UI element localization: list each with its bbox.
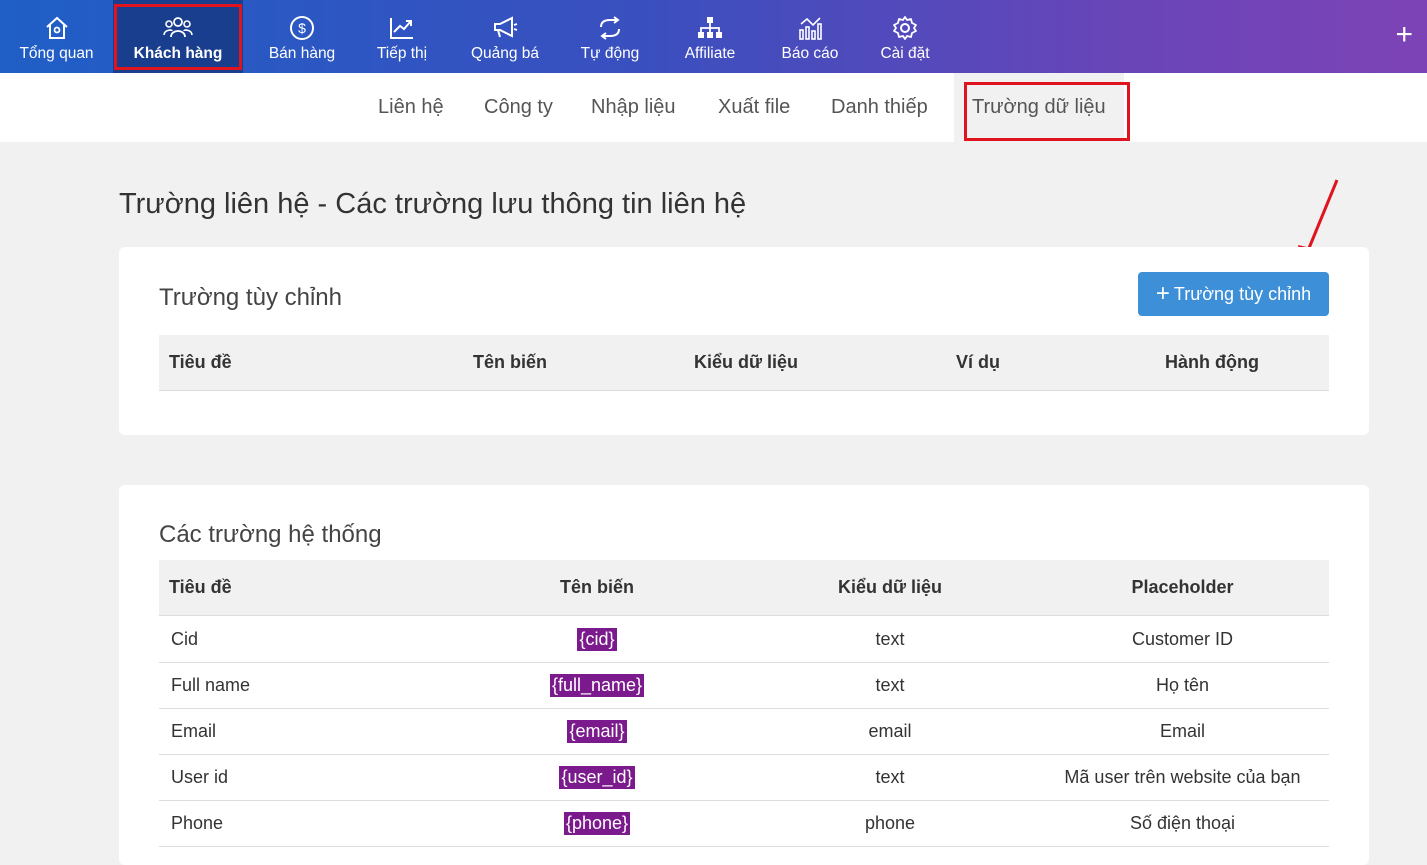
custom-fields-title: Trường tùy chỉnh	[159, 284, 342, 311]
repeat-icon	[600, 15, 620, 40]
cell-placeholder: Số điện thoại	[1129, 812, 1236, 833]
nav-label: Bán hàng	[268, 44, 336, 62]
nav-item-tiep-thi[interactable]: Tiếp thị	[365, 0, 439, 73]
tab-danh-thiep[interactable]: Danh thiếp	[831, 73, 928, 142]
nav-item-bao-cao[interactable]: Báo cáo	[772, 0, 848, 73]
chart-up-icon	[390, 17, 413, 39]
cell-variable: {user_id}	[559, 765, 635, 789]
column-header: Tên biến	[473, 352, 548, 372]
cell-type: text	[875, 674, 905, 695]
cell-placeholder: Customer ID	[1131, 628, 1234, 649]
tab-lien-he[interactable]: Liên hệ	[378, 73, 444, 142]
add-button-label: Trường tùy chỉnh	[1173, 283, 1312, 304]
gear-icon	[893, 15, 917, 40]
tab-xuat-file[interactable]: Xuất file	[718, 73, 790, 142]
table-row: Cid {cid} text Customer ID	[159, 616, 1329, 663]
nav-label: Affiliate	[684, 44, 736, 62]
table-row: User id {user_id} text Mã user trên webs…	[159, 754, 1329, 801]
column-header: Tên biến	[559, 577, 634, 597]
column-header: Placeholder	[1131, 577, 1234, 597]
cell-title: Cid	[171, 628, 199, 649]
cell-title: Full name	[171, 674, 251, 695]
sub-navbar: Liên hệ Công ty Nhập liệu Xuất file Danh…	[0, 73, 1427, 142]
nav-item-quang-ba[interactable]: Quảng bá	[461, 0, 549, 73]
cell-type: email	[868, 720, 912, 741]
cell-type: text	[875, 766, 905, 787]
cell-placeholder: Mã user trên website của bạn	[1064, 766, 1301, 787]
nav-item-tu-dong[interactable]: Tự động	[571, 0, 649, 73]
dollar-icon: $	[290, 15, 314, 40]
column-header: Kiểu dữ liệu	[837, 577, 943, 597]
page-title: Trường liên hệ - Các trường lưu thông ti…	[119, 188, 747, 220]
cell-title: Email	[171, 720, 217, 741]
table-row: Full name {full_name} text Họ tên	[159, 662, 1329, 709]
table-row: Email {email} email Email	[159, 708, 1329, 755]
cell-placeholder: Họ tên	[1155, 674, 1210, 695]
custom-fields-header: Tiêu đề Tên biến Kiểu dữ liệu Ví dụ Hành…	[159, 335, 1329, 391]
nav-label: Khách hàng	[133, 44, 223, 62]
custom-fields-card: Trường tùy chỉnh + Trường tùy chỉnh Tiêu…	[119, 247, 1369, 435]
home-icon	[45, 16, 68, 39]
column-header: Tiêu đề	[169, 352, 232, 372]
nav-item-cai-dat[interactable]: Cài đặt	[872, 0, 938, 73]
column-header: Ví dụ	[956, 352, 1000, 372]
users-icon	[163, 16, 193, 37]
tab-cong-ty[interactable]: Công ty	[484, 73, 553, 142]
cell-variable: {phone}	[563, 811, 631, 835]
nav-item-ban-hang[interactable]: $ Bán hàng	[258, 0, 346, 73]
add-icon[interactable]: +	[1395, 20, 1413, 50]
nav-item-tong-quan[interactable]: Tổng quan	[0, 0, 113, 73]
cell-variable: {full_name}	[549, 673, 645, 697]
tab-nhap-lieu[interactable]: Nhập liệu	[591, 73, 676, 142]
system-fields-header: Tiêu đề Tên biến Kiểu dữ liệu Placeholde…	[159, 560, 1329, 616]
nav-label: Báo cáo	[781, 44, 839, 62]
cell-placeholder: Email	[1159, 720, 1205, 741]
nav-item-affiliate[interactable]: Affiliate	[672, 0, 748, 73]
column-header: Hành động	[1165, 352, 1259, 372]
megaphone-icon	[494, 15, 518, 38]
tab-truong-du-lieu[interactable]: Trường dữ liệu	[954, 73, 1124, 142]
report-icon	[799, 16, 822, 40]
system-fields-card: Các trường hệ thống Tiêu đề Tên biến Kiể…	[119, 485, 1369, 865]
svg-text:$: $	[298, 20, 306, 36]
nav-label: Tổng quan	[19, 44, 94, 62]
plus-icon: +	[1155, 280, 1170, 307]
network-icon	[698, 16, 722, 38]
cell-title: User id	[171, 766, 229, 787]
nav-label: Tự động	[580, 44, 640, 62]
cell-title: Phone	[171, 812, 224, 833]
column-header: Kiểu dữ liệu	[694, 352, 799, 372]
top-navbar: Tổng quan Khách hàng $ Bán hàng Tiếp thị…	[0, 0, 1427, 73]
nav-label: Cài đặt	[880, 44, 930, 62]
nav-label: Quảng bá	[470, 44, 540, 62]
cell-type: text	[875, 628, 905, 649]
add-custom-field-button[interactable]: + Trường tùy chỉnh	[1138, 272, 1329, 316]
cell-variable: {cid}	[577, 627, 617, 651]
nav-label: Tiếp thị	[376, 44, 428, 62]
column-header: Tiêu đề	[169, 577, 232, 597]
cell-variable: {email}	[567, 719, 627, 743]
cell-type: phone	[864, 812, 916, 833]
nav-item-khach-hang[interactable]: Khách hàng	[113, 0, 243, 73]
table-row: Phone {phone} phone Số điện thoại	[159, 800, 1329, 847]
system-fields-title: Các trường hệ thống	[159, 521, 382, 548]
